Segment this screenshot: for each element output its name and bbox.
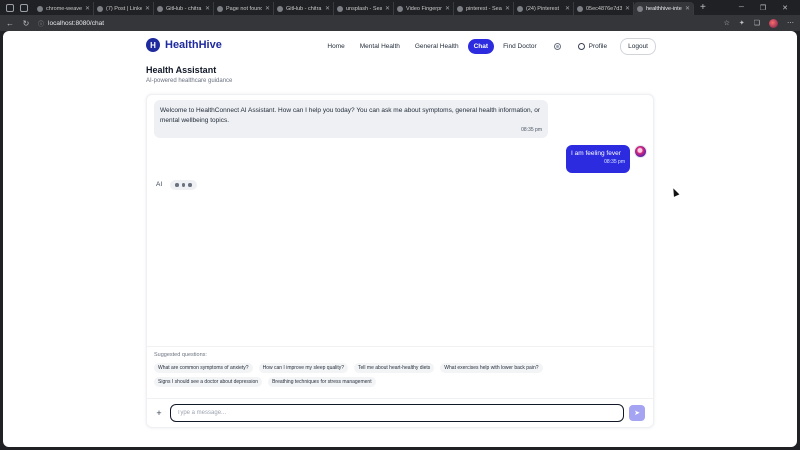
browser-tab-bar: chrome-weave✕ (7) Post | LinkedIn✕ GitHu…	[0, 0, 800, 15]
page-viewport: H HealthHive Home Mental Health General …	[3, 31, 797, 447]
profile-link[interactable]: Profile	[572, 39, 613, 54]
attach-plus-button[interactable]: +	[153, 407, 165, 419]
browser-tab[interactable]: chrome-weave ✕	[34, 2, 94, 15]
browser-tab[interactable]: Video Fingerpri ✕	[394, 2, 454, 15]
site-info-icon[interactable]: ⓘ	[38, 19, 44, 28]
ai-typing-indicator: AI	[156, 180, 197, 190]
tab-favicon-icon	[277, 5, 283, 12]
more-menu-icon[interactable]: ⋯	[787, 19, 794, 27]
tab-close-icon[interactable]: ✕	[265, 5, 270, 12]
bookmark-star-icon[interactable]: ☆	[724, 19, 730, 27]
message-composer: + ➤	[147, 398, 653, 426]
tab-favicon-icon	[517, 5, 523, 12]
brand-logo-link[interactable]: H HealthHive	[146, 38, 222, 52]
browser-tab-active[interactable]: healthhive-inte ✕	[634, 2, 694, 15]
suggested-questions-label: Suggested questions:	[154, 352, 207, 358]
profile-label: Profile	[588, 43, 608, 50]
browser-profile-avatar[interactable]	[769, 18, 778, 28]
user-message: I am feeling fever 08:35 pm	[566, 145, 630, 173]
suggested-questions: Suggested questions: What are common sym…	[147, 346, 653, 392]
new-tab-button[interactable]: +	[694, 2, 712, 13]
message-text: I am feeling fever	[571, 150, 621, 157]
tab-close-icon[interactable]: ✕	[205, 5, 210, 12]
tab-favicon-icon	[637, 5, 643, 12]
tab-favicon-icon	[157, 5, 163, 12]
window-controls: ─ ❐ ✕	[739, 4, 800, 12]
suggestion-chip[interactable]: Tell me about heart-healthy diets	[354, 363, 435, 373]
tab-favicon-icon	[397, 5, 403, 12]
maximize-icon[interactable]: ❐	[760, 4, 766, 12]
minimize-icon[interactable]: ─	[739, 4, 744, 12]
close-window-icon[interactable]: ✕	[782, 4, 788, 12]
page-header: Health Assistant AI-powered healthcare g…	[146, 65, 232, 84]
site-navbar: H HealthHive Home Mental Health General …	[3, 31, 797, 61]
tab-favicon-icon	[217, 5, 223, 12]
browser-tab[interactable]: Page not found ✕	[214, 2, 274, 15]
tab-close-icon[interactable]: ✕	[445, 5, 450, 12]
brand-name: HealthHive	[165, 39, 222, 51]
brand-logo-icon: H	[146, 38, 160, 52]
chat-panel: Welcome to HealthConnect AI Assistant. H…	[146, 94, 654, 428]
nav-item-home[interactable]: Home	[321, 39, 350, 54]
suggestion-chips: What are common symptoms of anxiety? How…	[154, 363, 584, 387]
tab-close-icon[interactable]: ✕	[145, 5, 150, 12]
tab-close-icon[interactable]: ✕	[625, 5, 630, 12]
collections-icon[interactable]: ❏	[754, 19, 760, 27]
page-title: Health Assistant	[146, 65, 217, 75]
tab-actions-icon[interactable]	[20, 3, 28, 12]
nav-item-find-doctor[interactable]: Find Doctor	[497, 39, 543, 54]
browser-tab[interactable]: GitHub - chitra ✕	[154, 2, 214, 15]
tab-favicon-icon	[337, 5, 343, 12]
refresh-icon[interactable]: ↻	[22, 19, 30, 28]
nav-item-mental-health[interactable]: Mental Health	[354, 39, 406, 54]
suggestion-chip[interactable]: What are common symptoms of anxiety?	[154, 363, 253, 373]
suggestion-chip[interactable]: What exercises help with lower back pain…	[440, 363, 543, 373]
url-field[interactable]: ⓘ localhost:8080/chat	[38, 19, 104, 28]
nav-menu: Home Mental Health General Health Chat F…	[321, 38, 656, 55]
tab-favicon-icon	[577, 5, 583, 12]
tab-favicon-icon	[457, 5, 463, 12]
theme-toggle-icon[interactable]	[553, 43, 561, 50]
browser-tab[interactable]: 05ec4876e7d3 ✕	[574, 2, 634, 15]
user-icon	[577, 43, 585, 50]
typing-dots	[170, 180, 197, 190]
tab-favicon-icon	[97, 5, 103, 12]
tab-close-icon[interactable]: ✕	[565, 5, 570, 12]
tab-close-icon[interactable]: ✕	[85, 5, 90, 12]
message-time: 08:35 pm	[521, 127, 542, 133]
message-text: Welcome to HealthConnect AI Assistant. H…	[160, 107, 540, 124]
logout-button[interactable]: Logout	[620, 38, 656, 55]
suggestion-chip[interactable]: Signs I should see a doctor about depres…	[154, 377, 263, 387]
nav-item-chat[interactable]: Chat	[467, 39, 495, 54]
tab-close-icon[interactable]: ✕	[325, 5, 330, 12]
browser-toolbar-actions: ☆ ✦ ❏ ⋯	[724, 18, 794, 28]
tab-strip-controls	[0, 0, 34, 15]
suggestion-chip[interactable]: Breathing techniques for stress manageme…	[268, 377, 376, 387]
suggestion-chip[interactable]: How can I improve my sleep quality?	[258, 363, 349, 373]
browser-tab[interactable]: (7) Post | LinkedIn✕	[94, 2, 154, 15]
page-subtitle: AI-powered healthcare guidance	[146, 78, 233, 84]
browser-tab[interactable]: unsplash - Sear ✕	[334, 2, 394, 15]
tab-close-icon[interactable]: ✕	[505, 5, 510, 12]
message-input[interactable]	[170, 403, 624, 422]
workspace-icon[interactable]	[6, 3, 14, 12]
ai-message: Welcome to HealthConnect AI Assistant. H…	[154, 100, 548, 138]
send-button[interactable]: ➤	[629, 404, 645, 421]
extensions-icon[interactable]: ✦	[739, 19, 745, 27]
nav-item-general-health[interactable]: General Health	[409, 39, 465, 54]
tab-close-icon[interactable]: ✕	[385, 5, 390, 12]
browser-tab[interactable]: pinterest - Sear ✕	[454, 2, 514, 15]
url-text: localhost:8080/chat	[48, 19, 105, 27]
send-icon: ➤	[634, 409, 640, 417]
tab-favicon-icon	[37, 5, 43, 12]
browser-address-bar: ← ↻ ⓘ localhost:8080/chat ☆ ✦ ❏ ⋯	[0, 15, 800, 31]
ai-label: AI	[156, 181, 163, 189]
browser-tab[interactable]: GitHub - chitra ✕	[274, 2, 334, 15]
mouse-cursor-icon	[670, 187, 680, 197]
back-icon[interactable]: ←	[6, 19, 14, 28]
tab-close-icon[interactable]: ✕	[685, 5, 690, 12]
user-avatar	[634, 145, 647, 158]
browser-tab[interactable]: (24) Pinterest ✕	[514, 2, 574, 15]
message-time: 08:35 pm	[604, 159, 625, 165]
